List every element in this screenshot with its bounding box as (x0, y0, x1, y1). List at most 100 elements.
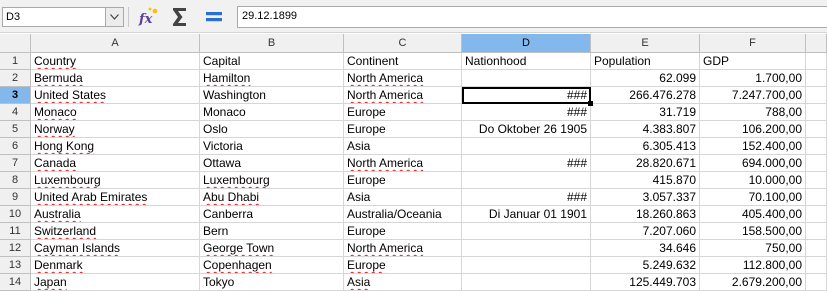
table-cell[interactable]: Europe (344, 104, 462, 121)
table-cell[interactable]: 6.305.413 (591, 138, 700, 155)
table-cell[interactable] (806, 240, 827, 257)
table-cell[interactable]: 70.100,00 (700, 189, 806, 206)
table-cell[interactable] (806, 172, 827, 189)
table-cell[interactable]: 106.200,00 (700, 121, 806, 138)
row-header-9[interactable]: 9 (0, 189, 31, 206)
table-cell[interactable]: 750,00 (700, 240, 806, 257)
table-cell[interactable]: 31.719 (591, 104, 700, 121)
table-cell[interactable]: Di Januar 01 1901 (462, 206, 591, 223)
table-cell[interactable] (806, 138, 827, 155)
fill-handle[interactable] (588, 101, 593, 106)
table-cell[interactable]: North America (344, 155, 462, 172)
column-header-c[interactable]: C (344, 34, 462, 53)
table-cell[interactable]: 405.400,00 (700, 206, 806, 223)
table-cell[interactable]: 7.247.700,00 (700, 87, 806, 104)
table-cell[interactable]: Victoria (200, 138, 344, 155)
table-cell[interactable]: North America (344, 70, 462, 87)
table-cell[interactable]: Country (31, 53, 200, 70)
column-header-a[interactable]: A (31, 34, 200, 53)
column-header-e[interactable]: E (591, 34, 700, 53)
row-header-5[interactable]: 5 (0, 121, 31, 138)
table-cell[interactable] (806, 87, 827, 104)
sum-icon[interactable] (168, 5, 192, 29)
chevron-down-icon[interactable] (105, 8, 123, 26)
table-cell[interactable] (462, 257, 591, 274)
table-cell[interactable]: 4.383.807 (591, 121, 700, 138)
table-cell[interactable] (462, 240, 591, 257)
table-cell[interactable] (806, 189, 827, 206)
table-cell[interactable]: 2.679.200,00 (700, 274, 806, 291)
table-cell[interactable]: Do Oktober 26 1905 (462, 121, 591, 138)
table-cell[interactable]: 10.000,00 (700, 172, 806, 189)
row-header-14[interactable]: 14 (0, 274, 31, 291)
table-cell[interactable]: Europe (344, 223, 462, 240)
table-cell[interactable] (806, 70, 827, 87)
table-cell[interactable]: Capital (200, 53, 344, 70)
row-header-13[interactable]: 13 (0, 257, 31, 274)
table-cell[interactable] (462, 274, 591, 291)
name-box[interactable]: D3 (2, 7, 124, 27)
table-cell[interactable]: ### (462, 189, 591, 206)
table-cell[interactable]: Canada (31, 155, 200, 172)
table-cell[interactable]: 112.800,00 (700, 257, 806, 274)
table-cell[interactable]: Ottawa (200, 155, 344, 172)
table-cell[interactable] (806, 257, 827, 274)
select-all-corner[interactable] (0, 34, 31, 53)
table-cell[interactable]: Cayman Islands (31, 240, 200, 257)
table-cell[interactable]: Abu Dhabi (200, 189, 344, 206)
table-cell[interactable]: GDP (700, 53, 806, 70)
table-cell[interactable]: 5.249.632 (591, 257, 700, 274)
table-cell[interactable]: North America (344, 87, 462, 104)
table-cell[interactable]: Norway (31, 121, 200, 138)
table-cell[interactable]: 3.057.337 (591, 189, 700, 206)
table-cell[interactable]: 158.500,00 (700, 223, 806, 240)
table-cell[interactable]: Washington (200, 87, 344, 104)
table-cell[interactable]: Monaco (200, 104, 344, 121)
table-cell[interactable]: Luxembourg (200, 172, 344, 189)
table-cell[interactable]: 62.099 (591, 70, 700, 87)
table-cell[interactable]: Australia (31, 206, 200, 223)
row-header-1[interactable]: 1 (0, 53, 31, 70)
table-cell[interactable]: Europe (344, 257, 462, 274)
table-cell[interactable] (462, 70, 591, 87)
table-cell[interactable] (806, 274, 827, 291)
table-cell[interactable]: Monaco (31, 104, 200, 121)
table-cell[interactable]: 694.000,00 (700, 155, 806, 172)
table-cell[interactable] (806, 121, 827, 138)
table-cell[interactable]: Luxembourg (31, 172, 200, 189)
equals-icon[interactable] (202, 5, 226, 29)
formula-input[interactable]: 29.12.1899 (237, 6, 827, 28)
table-cell[interactable]: 788,00 (700, 104, 806, 121)
table-cell[interactable] (462, 172, 591, 189)
table-cell[interactable]: 34.646 (591, 240, 700, 257)
table-cell[interactable]: Nationhood (462, 53, 591, 70)
active-cell[interactable]: ### (462, 87, 591, 104)
table-cell[interactable]: 7.207.060 (591, 223, 700, 240)
table-cell[interactable]: Europe (344, 121, 462, 138)
table-cell[interactable]: Continent (344, 53, 462, 70)
row-header-4[interactable]: 4 (0, 104, 31, 121)
row-header-11[interactable]: 11 (0, 223, 31, 240)
table-cell[interactable]: Switzerland (31, 223, 200, 240)
row-header-3[interactable]: 3 (0, 87, 31, 104)
function-wizard-icon[interactable]: fx (136, 5, 160, 29)
table-cell[interactable]: George Town (200, 240, 344, 257)
table-cell[interactable]: Oslo (200, 121, 344, 138)
column-header-d[interactable]: D (462, 34, 591, 53)
table-cell[interactable]: Hong Kong (31, 138, 200, 155)
table-cell[interactable]: Denmark (31, 257, 200, 274)
column-header-g[interactable] (806, 34, 827, 53)
table-cell[interactable]: Australia/Oceania (344, 206, 462, 223)
table-cell[interactable] (806, 223, 827, 240)
table-cell[interactable] (462, 223, 591, 240)
row-header-8[interactable]: 8 (0, 172, 31, 189)
table-cell[interactable]: 266.476.278 (591, 87, 700, 104)
table-cell[interactable]: 18.260.863 (591, 206, 700, 223)
table-cell[interactable] (806, 104, 827, 121)
table-cell[interactable]: United Arab Emirates (31, 189, 200, 206)
table-cell[interactable]: Bermuda (31, 70, 200, 87)
table-cell[interactable]: Population (591, 53, 700, 70)
table-cell[interactable]: 1.700,00 (700, 70, 806, 87)
row-header-12[interactable]: 12 (0, 240, 31, 257)
table-cell[interactable]: ### (462, 155, 591, 172)
